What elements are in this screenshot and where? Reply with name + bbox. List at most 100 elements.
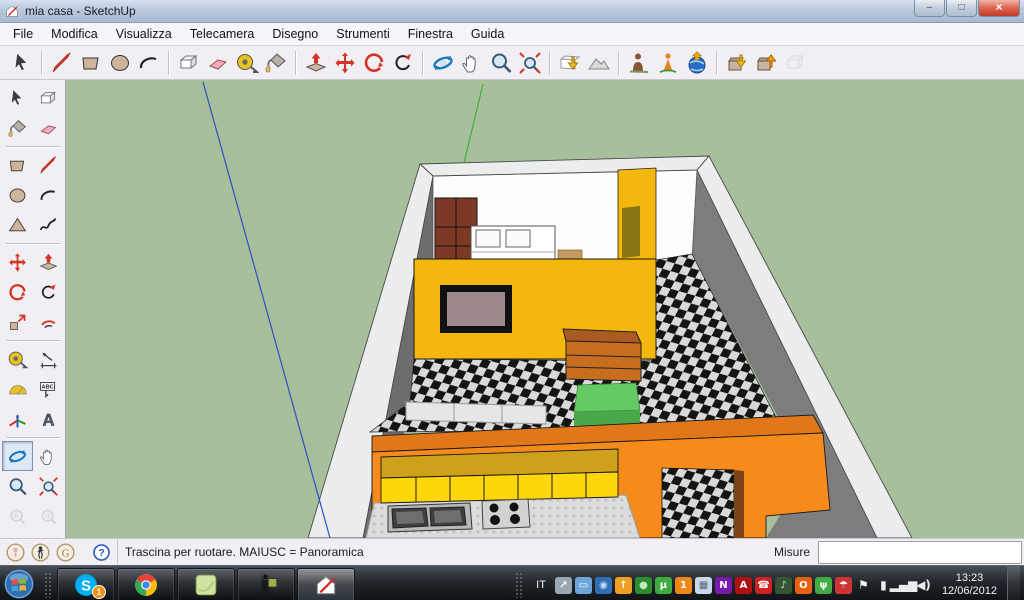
- arc-icon[interactable]: [134, 48, 163, 77]
- tray-onenote-icon[interactable]: N: [714, 576, 732, 594]
- tray-call-app-icon[interactable]: ☎: [754, 576, 772, 594]
- tray-avira-icon[interactable]: ☂: [834, 576, 852, 594]
- eraser-icon[interactable]: [203, 48, 232, 77]
- move-icon[interactable]: [330, 48, 359, 77]
- google-earth-icon[interactable]: [682, 48, 711, 77]
- look-around-icon[interactable]: G: [55, 542, 76, 563]
- line-icon[interactable]: [47, 48, 76, 77]
- follow-me-icon[interactable]: [33, 277, 64, 307]
- taskbar-app-sketchup[interactable]: [297, 568, 355, 600]
- freehand-icon[interactable]: [33, 210, 64, 240]
- tray-remote-updates-icon[interactable]: ↗: [554, 576, 572, 594]
- tray-orange-badge-icon[interactable]: 1: [674, 576, 692, 594]
- viewport-3d[interactable]: [66, 80, 1024, 538]
- taskbar-clock[interactable]: 13:23 12/06/2012: [935, 572, 1004, 598]
- follow-me-icon[interactable]: [388, 48, 417, 77]
- add-building-icon[interactable]: [653, 48, 682, 77]
- language-indicator[interactable]: IT: [530, 579, 552, 591]
- walk-icon[interactable]: [30, 542, 51, 563]
- tray-volume-icon[interactable]: ◀): [915, 577, 932, 594]
- position-camera-icon[interactable]: [5, 542, 26, 563]
- menu-finestra[interactable]: Finestra: [399, 25, 462, 43]
- show-desktop-button[interactable]: [1007, 566, 1020, 600]
- make-component-icon[interactable]: [174, 48, 203, 77]
- zoom-icon[interactable]: [2, 471, 33, 501]
- rectangle-icon[interactable]: [76, 48, 105, 77]
- tray-grip[interactable]: [515, 572, 525, 598]
- text-3d-icon[interactable]: A: [33, 404, 64, 434]
- menu-guida[interactable]: Guida: [462, 25, 513, 43]
- polygon-icon[interactable]: [2, 210, 33, 240]
- taskbar-app-chrome[interactable]: [117, 568, 175, 600]
- tray-blue-wheel-app-icon[interactable]: ◉: [594, 576, 612, 594]
- taskbar-app-skype[interactable]: S1: [57, 568, 115, 600]
- tape-measure-icon[interactable]: [2, 344, 33, 374]
- menu-modifica[interactable]: Modifica: [42, 25, 107, 43]
- pan-icon[interactable]: [457, 48, 486, 77]
- protractor-icon[interactable]: [2, 374, 33, 404]
- tray-network-signal-icon[interactable]: ▂▄▆: [890, 577, 918, 594]
- close-button[interactable]: ×: [978, 0, 1020, 17]
- taskbar-grip[interactable]: [44, 572, 53, 598]
- rotate-icon[interactable]: [359, 48, 388, 77]
- arc-icon[interactable]: [33, 180, 64, 210]
- help-icon[interactable]: ?: [92, 543, 111, 562]
- make-component-icon[interactable]: [33, 83, 64, 113]
- push-pull-icon[interactable]: [33, 247, 64, 277]
- tray-photo-viewer-icon[interactable]: ▦: [694, 576, 712, 594]
- move-icon[interactable]: [2, 247, 33, 277]
- tray-utorrent-icon[interactable]: µ: [654, 576, 672, 594]
- measurements-input[interactable]: [818, 540, 1022, 564]
- paint-bucket-icon[interactable]: [2, 113, 33, 143]
- get-models-icon[interactable]: [722, 48, 751, 77]
- dimension-icon[interactable]: [33, 344, 64, 374]
- get-current-view-icon[interactable]: [555, 48, 584, 77]
- tray-orange-updater-icon[interactable]: ↑: [614, 576, 632, 594]
- orbit-icon[interactable]: [1, 441, 33, 471]
- tray-folder-icon[interactable]: ▭: [574, 576, 592, 594]
- menu-telecamera[interactable]: Telecamera: [181, 25, 264, 43]
- tray-adobe-reader-icon[interactable]: A: [734, 576, 752, 594]
- share-model-icon[interactable]: [751, 48, 780, 77]
- clock-time: 13:23: [955, 572, 984, 584]
- taskbar-app-notes[interactable]: [177, 568, 235, 600]
- select-icon[interactable]: [7, 48, 36, 77]
- zoom-extents-icon[interactable]: [33, 471, 64, 501]
- rotate-icon[interactable]: [2, 277, 33, 307]
- zoom-extents-icon[interactable]: [515, 48, 544, 77]
- circle-icon[interactable]: [2, 180, 33, 210]
- axes-icon[interactable]: [2, 404, 33, 434]
- circle-icon[interactable]: [105, 48, 134, 77]
- scale-icon[interactable]: [2, 307, 33, 337]
- green-table: [573, 382, 641, 426]
- taskbar-app-camcorder[interactable]: [237, 568, 295, 600]
- tray-wireless-tool-icon[interactable]: ψ: [814, 576, 832, 594]
- push-pull-icon[interactable]: [301, 48, 330, 77]
- palette-separator: [5, 340, 60, 341]
- photo-textures-icon[interactable]: [624, 48, 653, 77]
- minimize-button[interactable]: –: [914, 0, 945, 17]
- menu-file[interactable]: File: [4, 25, 42, 43]
- menu-strumenti[interactable]: Strumenti: [327, 25, 399, 43]
- maximize-button[interactable]: □: [946, 0, 977, 17]
- select-icon[interactable]: [2, 83, 33, 113]
- tray-music-app-icon[interactable]: ♪: [774, 576, 792, 594]
- text-icon[interactable]: ABC: [33, 374, 64, 404]
- line-icon[interactable]: [33, 150, 64, 180]
- zoom-icon[interactable]: [486, 48, 515, 77]
- tray-action-center-icon[interactable]: ⚑: [855, 577, 872, 594]
- menu-visualizza[interactable]: Visualizza: [107, 25, 181, 43]
- offset-icon[interactable]: [33, 307, 64, 337]
- camera-tools: G: [0, 542, 82, 563]
- toggle-terrain-icon[interactable]: [584, 48, 613, 77]
- menu-disegno[interactable]: Disegno: [263, 25, 327, 43]
- paint-bucket-icon[interactable]: [261, 48, 290, 77]
- tray-green-player-icon[interactable]: ●: [634, 576, 652, 594]
- tray-aimp-icon[interactable]: O: [794, 576, 812, 594]
- start-button[interactable]: [3, 568, 37, 600]
- eraser-icon[interactable]: [33, 113, 64, 143]
- rectangle-icon[interactable]: [2, 150, 33, 180]
- pan-icon[interactable]: [33, 441, 64, 471]
- orbit-icon[interactable]: [428, 48, 457, 77]
- tape-measure-icon[interactable]: [232, 48, 261, 77]
